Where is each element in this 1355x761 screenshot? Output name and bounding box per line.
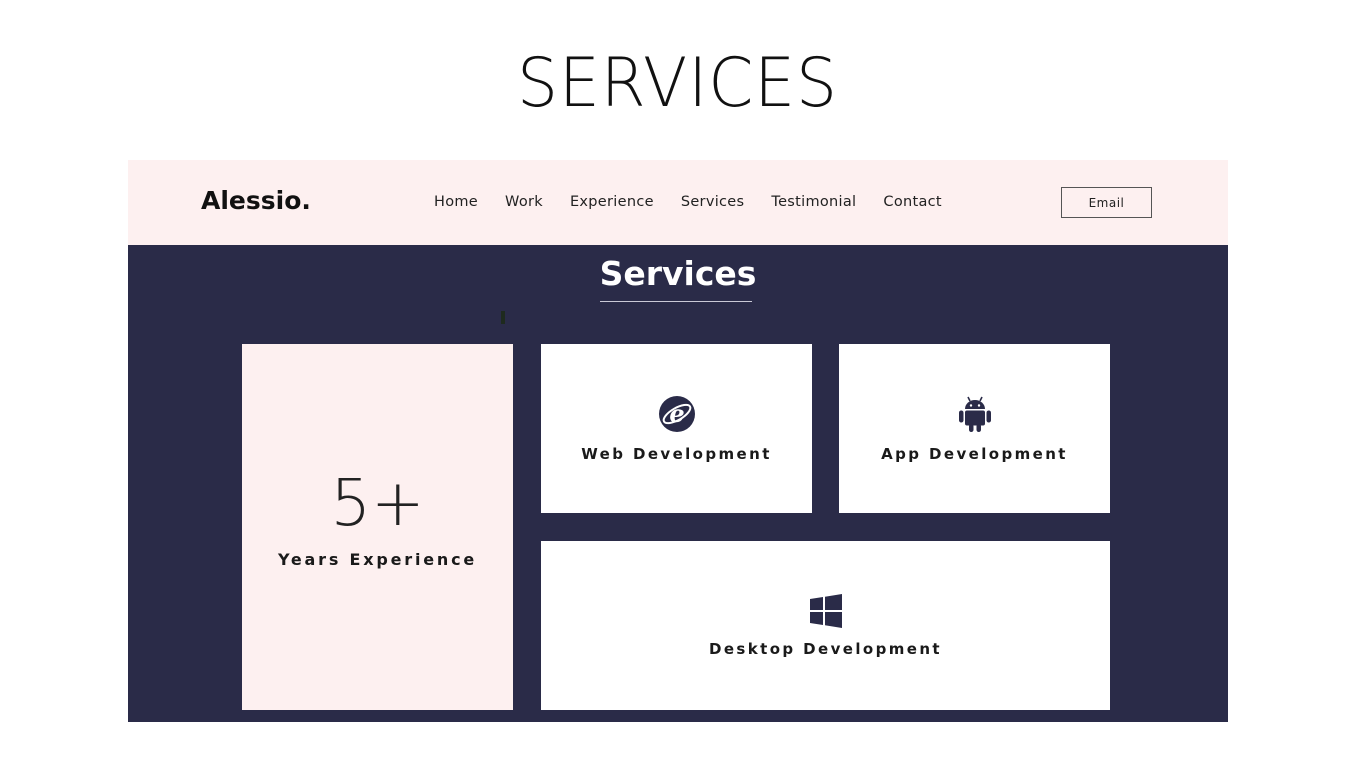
experience-number: 5+ [330, 466, 425, 541]
section-title: Services [599, 254, 757, 293]
desktop-development-label: Desktop Development [709, 639, 942, 658]
web-development-label: Web Development [581, 444, 772, 463]
app-development-label: App Development [881, 444, 1068, 463]
text-cursor [501, 311, 505, 324]
nav-link-experience[interactable]: Experience [570, 194, 654, 210]
android-icon [958, 396, 991, 432]
experience-card: 5+ Years Experience [242, 344, 513, 710]
navbar: Alessio. Home Work Experience Services T… [128, 160, 1228, 245]
internet-explorer-icon: e [658, 395, 695, 432]
title-underline [600, 301, 752, 302]
nav-link-testimonial[interactable]: Testimonial [771, 194, 856, 210]
brand-logo[interactable]: Alessio. [201, 186, 311, 215]
nav-link-work[interactable]: Work [505, 194, 543, 210]
desktop-development-card[interactable]: Desktop Development [541, 541, 1110, 710]
nav-link-home[interactable]: Home [434, 194, 478, 210]
services-section: Services 5+ Years Experience e Web Devel… [128, 245, 1228, 722]
windows-icon [809, 593, 842, 628]
slide-title: SERVICES [517, 44, 838, 123]
nav-link-services[interactable]: Services [681, 194, 745, 210]
app-development-card[interactable]: App Development [839, 344, 1110, 513]
website-screenshot: Alessio. Home Work Experience Services T… [128, 160, 1228, 722]
nav-links: Home Work Experience Services Testimonia… [434, 194, 969, 210]
nav-link-contact[interactable]: Contact [883, 194, 942, 210]
experience-label: Years Experience [277, 549, 478, 569]
email-button[interactable]: Email [1061, 187, 1152, 218]
web-development-card[interactable]: e Web Development [541, 344, 812, 513]
